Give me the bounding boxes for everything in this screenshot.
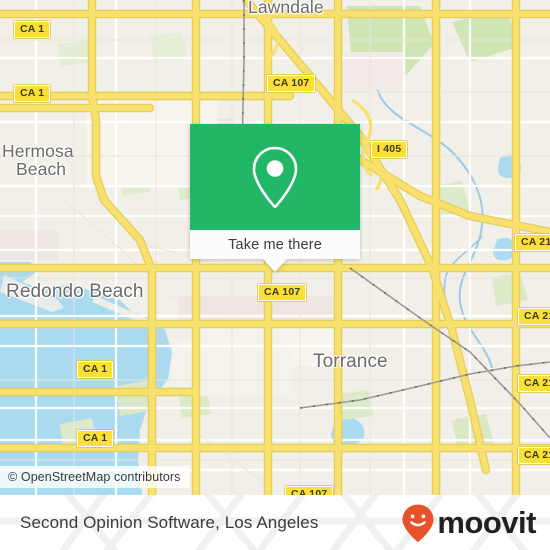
footer-bar: Second Opinion Software, Los Angeles moo… (0, 495, 550, 550)
map-pin-icon (252, 146, 298, 208)
place-title: Second Opinion Software, Los Angeles (20, 512, 319, 532)
callout-action-label: Take me there (228, 236, 322, 253)
moovit-map-screenshot: Lawndale Hermosa Beach Redondo Beach Tor… (0, 0, 550, 550)
callout-header (190, 124, 360, 230)
moovit-wordmark: moovit (437, 505, 536, 540)
moovit-logo[interactable]: moovit (401, 503, 536, 543)
osm-attribution[interactable]: © OpenStreetMap contributors (0, 466, 190, 488)
osm-attribution-text: © OpenStreetMap contributors (8, 470, 181, 484)
callout-action[interactable]: Take me there (190, 230, 360, 272)
destination-callout[interactable]: Take me there (190, 124, 360, 272)
moovit-pin-icon (402, 504, 434, 542)
callout-pointer (263, 259, 287, 272)
